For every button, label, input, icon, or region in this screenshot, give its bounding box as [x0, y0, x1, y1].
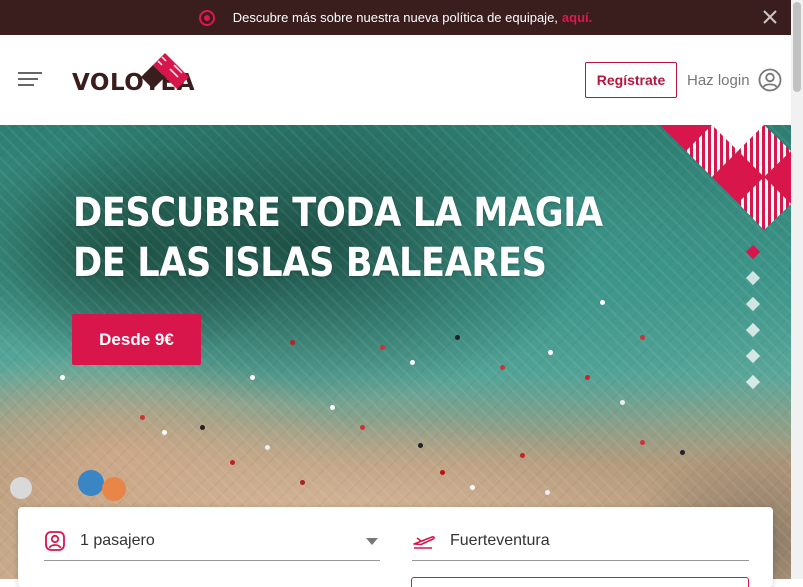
- site-header: VOLOTEA Regístrate Haz login: [0, 35, 791, 125]
- passengers-select[interactable]: 1 pasajero: [44, 521, 380, 561]
- banner-text: Descubre más sobre nuestra nueva polític…: [232, 10, 558, 25]
- flight-search-card: 1 pasajero Fuerteventura: [18, 507, 773, 587]
- close-icon[interactable]: [761, 8, 779, 26]
- hero-title-line-2: DE LAS ISLAS BALEARES: [73, 240, 547, 286]
- hero-cta-button[interactable]: Desde 9€: [72, 314, 201, 365]
- login-label: Haz login: [687, 71, 750, 89]
- logo-mark-icon: [141, 53, 189, 89]
- register-button[interactable]: Regístrate: [585, 62, 677, 98]
- chevron-down-icon: [366, 538, 378, 545]
- alert-circle-icon: [198, 9, 215, 26]
- announcement-banner: Descubre más sobre nuestra nueva polític…: [0, 0, 791, 35]
- hero-title-line-1: DESCUBRE TODA LA MAGIA: [73, 190, 603, 236]
- beach-umbrella: [102, 477, 126, 501]
- hero-title: DESCUBRE TODA LA MAGIA DE LAS ISLAS BALE…: [73, 188, 603, 288]
- login-link[interactable]: Haz login: [687, 62, 782, 98]
- user-icon: [758, 68, 781, 92]
- brand-pattern-decoration: [660, 125, 791, 230]
- destination-value: Fuerteventura: [450, 531, 550, 549]
- passenger-icon: [45, 530, 65, 551]
- passengers-value: 1 pasajero: [80, 531, 155, 549]
- page-scrollbar[interactable]: [791, 0, 803, 579]
- beach-umbrella: [10, 477, 32, 499]
- destination-field[interactable]: Fuerteventura: [412, 521, 749, 561]
- plane-icon: [413, 535, 435, 549]
- hamburger-menu-icon[interactable]: [18, 72, 42, 88]
- beach-umbrella: [78, 470, 104, 496]
- volotea-logo[interactable]: VOLOTEA: [72, 53, 195, 98]
- scrollbar-thumb[interactable]: [793, 2, 801, 92]
- banner-link[interactable]: aquí.: [562, 10, 592, 25]
